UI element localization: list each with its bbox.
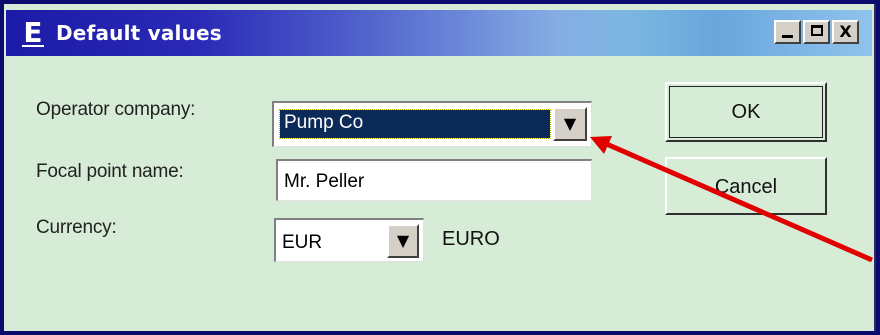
currency-combo[interactable]: EUR ▼ bbox=[274, 218, 424, 262]
focal-point-label: Focal point name: bbox=[36, 161, 184, 182]
app-icon: E bbox=[22, 16, 44, 49]
operator-company-combo[interactable]: Pump Co ▼ bbox=[272, 101, 592, 147]
close-button[interactable]: X bbox=[832, 20, 859, 44]
operator-dropdown-button[interactable]: ▼ bbox=[553, 107, 587, 141]
focal-point-input[interactable]: Mr. Peller bbox=[276, 159, 592, 201]
currency-label: Currency: bbox=[36, 217, 117, 238]
title-bar[interactable]: E Default values X bbox=[6, 10, 872, 56]
window-title: Default values bbox=[56, 21, 222, 45]
currency-dropdown-button[interactable]: ▼ bbox=[387, 224, 419, 258]
maximize-button[interactable] bbox=[803, 20, 830, 44]
ok-button[interactable]: OK bbox=[665, 82, 827, 142]
cancel-button[interactable]: Cancel bbox=[665, 157, 827, 215]
close-icon: X bbox=[839, 22, 852, 41]
chevron-down-icon: ▼ bbox=[396, 231, 410, 250]
currency-value[interactable]: EUR bbox=[282, 230, 322, 256]
operator-company-value[interactable]: Pump Co bbox=[279, 109, 551, 139]
operator-company-label: Operator company: bbox=[36, 99, 196, 120]
currency-description: EURO bbox=[442, 228, 500, 250]
minimize-button[interactable] bbox=[774, 20, 801, 44]
chevron-down-icon: ▼ bbox=[563, 114, 577, 133]
minimize-icon bbox=[782, 35, 793, 38]
maximize-icon bbox=[810, 25, 823, 36]
